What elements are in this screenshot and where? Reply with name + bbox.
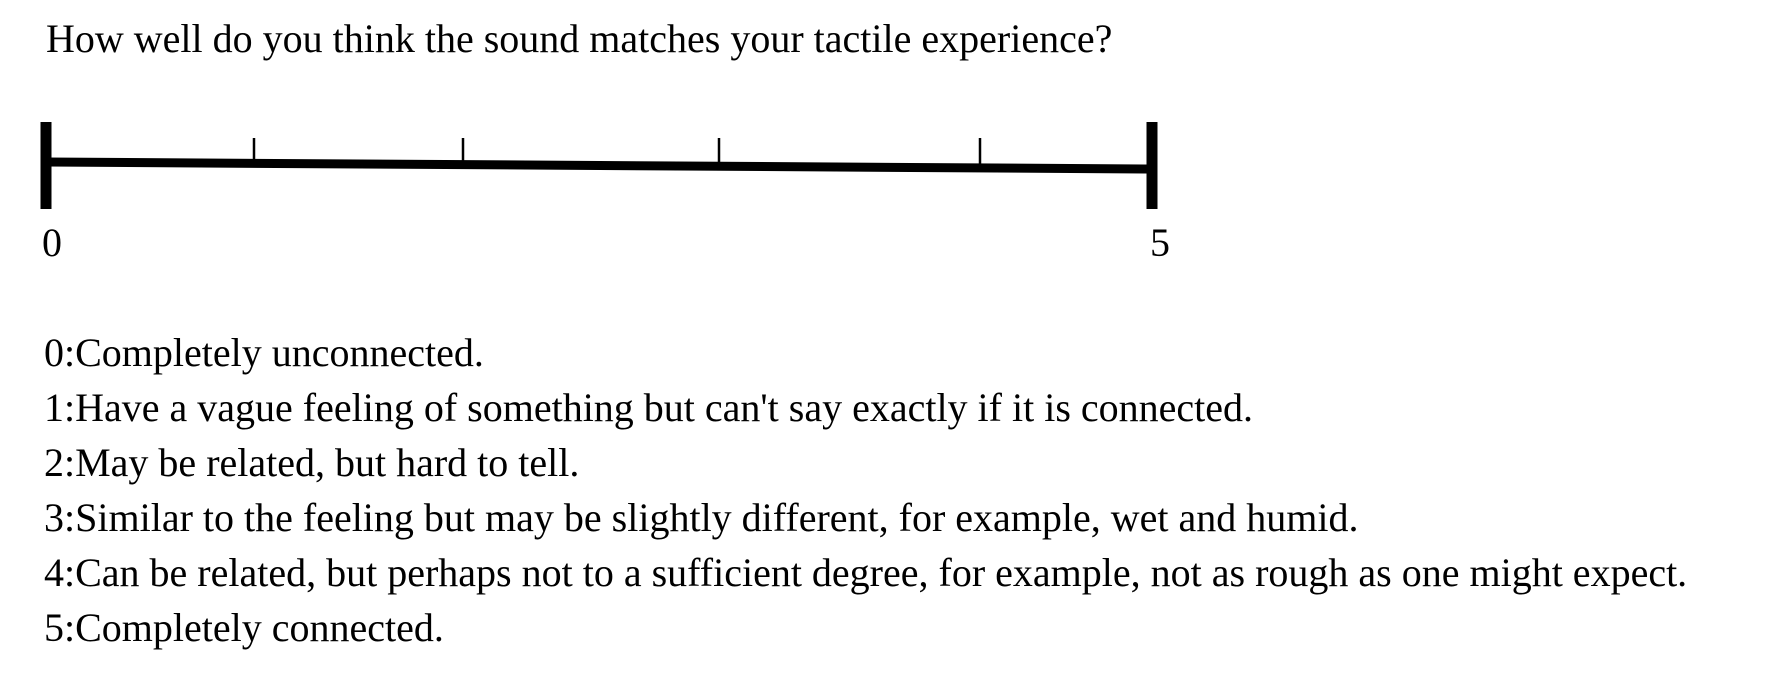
legend-item-0: 0:Completely unconnected.: [44, 330, 484, 375]
legend-item-1: 1:Have a vague feeling of something but …: [44, 385, 1254, 430]
legend-item-5: 5:Completely connected.: [44, 605, 444, 650]
rating-legend: 0:Completely unconnected. 1:Have a vague…: [44, 325, 1687, 655]
rating-scale[interactable]: [0, 0, 1783, 300]
scale-max-label: 5: [1150, 220, 1170, 265]
legend-item-2: 2:May be related, but hard to tell.: [44, 440, 580, 485]
scale-min-label: 0: [42, 220, 62, 265]
legend-item-3: 3:Similar to the feeling but may be slig…: [44, 495, 1359, 540]
scale-axis-line: [45, 157, 1153, 174]
legend-item-4: 4:Can be related, but perhaps not to a s…: [44, 550, 1688, 595]
